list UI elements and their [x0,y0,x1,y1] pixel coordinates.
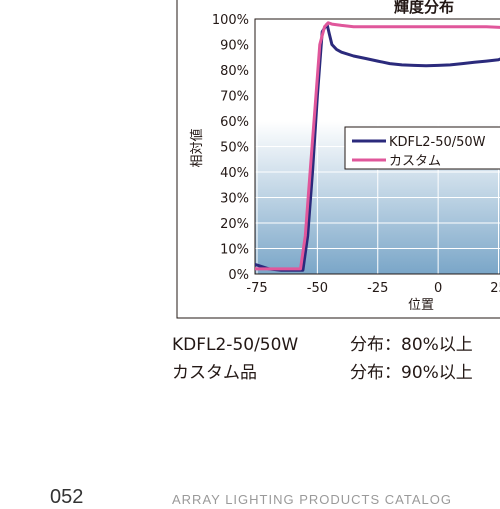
x-tick-label: -25 [367,281,388,296]
caption-distribution-kdfl: 分布：80%以上 [350,335,473,355]
y-tick-label: 60% [220,115,249,130]
luminance-distribution-chart: 輝度分布 0%10%20%30%40%50%60%70%80%90%100% -… [176,0,500,319]
x-tick-label: -75 [246,281,267,296]
y-tick-label: 90% [220,39,249,54]
y-tick-label: 20% [220,217,249,232]
legend: KDFL2-50/50W カスタム [344,126,500,170]
x-axis-label: 位置 [408,298,434,313]
legend-label-kdfl: KDFL2-50/50W [389,135,486,150]
chart-title: 輝度分布 [394,0,454,16]
x-axis-tick-labels: -75 -50 -25 0 25 [246,281,500,296]
x-tick-label: 0 [434,281,442,296]
legend-label-custom: カスタム [389,154,441,169]
y-axis-tick-labels: 0%10%20%30%40%50%60%70%80%90%100% [212,13,249,283]
caption-distribution-custom: 分布：90%以上 [350,363,473,383]
y-tick-label: 80% [220,64,249,79]
y-tick-label: 70% [220,90,249,105]
y-axis-label: 相対値 [189,128,205,167]
y-tick-label: 30% [220,192,249,207]
page-number: 052 [50,486,84,508]
caption-row-custom: カスタム品 分布：90%以上 [172,362,473,428]
y-tick-label: 10% [220,243,249,258]
caption-product-kdfl: KDFL2-50/50W [172,335,299,355]
x-tick-label: 25 [490,281,500,296]
y-tick-label: 40% [220,166,249,181]
y-tick-label: 50% [220,141,249,156]
caption-product-custom: カスタム品 [172,363,257,383]
x-tick-label: -50 [307,281,328,296]
y-tick-label: 100% [212,13,249,28]
